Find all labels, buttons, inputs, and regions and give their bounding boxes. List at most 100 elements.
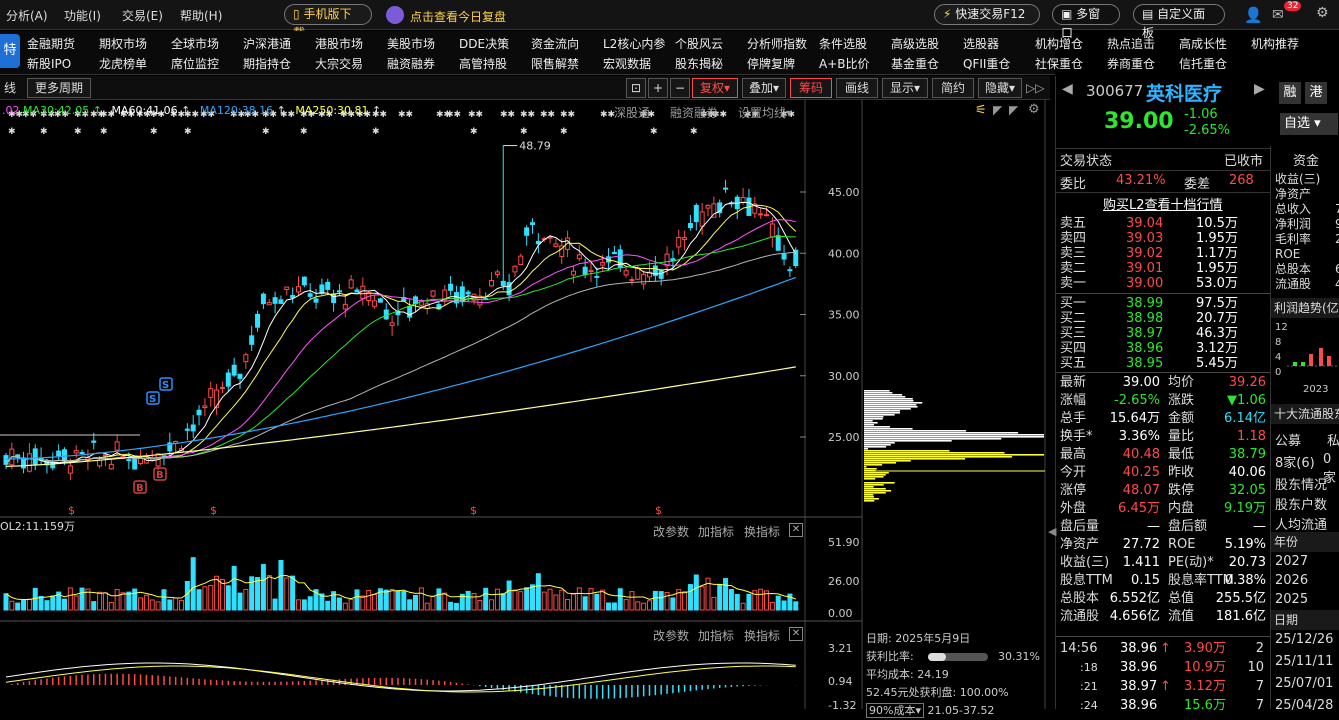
- nav-item[interactable]: 高级选股: [891, 35, 939, 52]
- more-period-button[interactable]: 更多周期: [27, 78, 91, 98]
- nav-item[interactable]: DDE决策: [459, 35, 509, 52]
- nav-item[interactable]: 信托重仓: [1179, 55, 1227, 72]
- cost-range-dropdown[interactable]: 90%成本▾: [866, 703, 924, 718]
- bid-level: 买五: [1060, 356, 1087, 371]
- ask-row[interactable]: 卖五 39.04 10.5万: [1056, 216, 1268, 231]
- chip-button[interactable]: 筹码: [790, 78, 832, 98]
- nav-item[interactable]: 停牌复牌: [747, 55, 795, 72]
- nav-item[interactable]: QFII重仓: [963, 55, 1010, 72]
- nav-item[interactable]: 融资融券: [387, 55, 435, 72]
- ask-row[interactable]: 卖一 39.00 53.0万: [1056, 276, 1268, 291]
- lock-icon[interactable]: ⊡: [626, 78, 646, 98]
- bid-row[interactable]: 买三 38.97 46.3万: [1056, 326, 1268, 341]
- nav-item[interactable]: 港股市场: [315, 35, 363, 52]
- nav-item[interactable]: 个股风云: [675, 35, 723, 52]
- ask-row[interactable]: 卖四 39.03 1.95万: [1056, 231, 1268, 246]
- quick-trade-button[interactable]: ⚡ 快速交易F12: [934, 4, 1040, 25]
- nav-item[interactable]: 席位监控: [171, 55, 219, 72]
- nav-item[interactable]: 选股器: [963, 35, 999, 52]
- ask-row[interactable]: 卖二 39.01 1.95万: [1056, 261, 1268, 276]
- nav-item[interactable]: 资金流向: [531, 35, 579, 52]
- review-link[interactable]: 点击查看今日复盘: [410, 8, 506, 25]
- nav-item[interactable]: 大宗交易: [315, 55, 363, 72]
- bid-row[interactable]: 买五 38.95 5.45万: [1056, 356, 1268, 371]
- menu-trade[interactable]: 交易(E): [122, 7, 163, 24]
- nav-item[interactable]: 热点追击: [1107, 35, 1155, 52]
- macd-modparam-button[interactable]: 改参数: [653, 627, 689, 644]
- pointer-icon[interactable]: ◤: [1009, 103, 1018, 117]
- fuquan-dropdown[interactable]: 复权▾: [692, 78, 738, 98]
- nav-item[interactable]: 高管持股: [459, 55, 507, 72]
- holders-label[interactable]: 股东情况: [1275, 474, 1327, 493]
- vol-modparam-button[interactable]: 改参数: [653, 523, 689, 540]
- nav-item[interactable]: 机构增仓: [1035, 35, 1083, 52]
- next-stock-icon[interactable]: ▶: [1254, 81, 1265, 97]
- nav-item[interactable]: 美股市场: [387, 35, 435, 52]
- nav-item[interactable]: 全球市场: [171, 35, 219, 52]
- margin-link[interactable]: 融资融券: [670, 104, 718, 121]
- vol-close-icon[interactable]: ✕: [789, 523, 803, 537]
- mail-icon[interactable]: ✉: [1272, 7, 1284, 23]
- fund-tab[interactable]: 资金: [1293, 150, 1319, 169]
- collapse-arrow-icon[interactable]: ◀: [1048, 525, 1056, 538]
- bid-row[interactable]: 买二 38.98 20.7万: [1056, 311, 1268, 326]
- kline-chart-area[interactable]: 45.00 40.00 35.00 30.00 25.00 48.79 ✱✱ ✱✱ ✱✱ ✱✱ ✱✱…: [0, 100, 1050, 718]
- nav-item[interactable]: 基金重仓: [891, 55, 939, 72]
- ask-row[interactable]: 卖三 39.02 1.17万: [1056, 246, 1268, 261]
- user-icon[interactable]: 👤: [1244, 6, 1263, 24]
- menu-function[interactable]: 功能(I): [64, 7, 101, 24]
- bid-row[interactable]: 买四 38.96 3.12万: [1056, 341, 1268, 356]
- overlay-dropdown[interactable]: 叠加▾: [742, 78, 786, 98]
- nav-item[interactable]: 条件选股: [819, 35, 867, 52]
- hide-dropdown[interactable]: 隐藏▾: [978, 78, 1022, 98]
- nav-item[interactable]: A+B比价: [819, 55, 870, 72]
- flag-icon[interactable]: ◤: [993, 103, 1002, 117]
- expand-icon[interactable]: ▷▷: [1026, 79, 1044, 97]
- nav-item[interactable]: 机构推荐: [1251, 35, 1299, 52]
- menu-analyze[interactable]: 分析(A): [6, 7, 48, 24]
- set-ma-link[interactable]: 设置均线▾: [738, 104, 792, 121]
- volume-bar: [717, 584, 723, 611]
- nav-item[interactable]: 宏观数据: [603, 55, 651, 72]
- settings-icon[interactable]: ⚙: [1316, 5, 1329, 21]
- nav-item[interactable]: 限售解禁: [531, 55, 579, 72]
- multi-window-button[interactable]: ▣ 多窗口: [1052, 4, 1120, 40]
- prev-stock-icon[interactable]: ◀: [1062, 81, 1073, 97]
- nav-item[interactable]: 高成长性: [1179, 35, 1227, 52]
- side-toggle-button[interactable]: 特: [0, 34, 20, 68]
- nav-item[interactable]: 期权市场: [99, 35, 147, 52]
- zoom-in-icon[interactable]: +: [648, 78, 668, 98]
- nav-item[interactable]: 金融期货: [27, 35, 75, 52]
- hk-tag[interactable]: 港: [1305, 82, 1327, 104]
- nav-item[interactable]: 龙虎榜单: [99, 55, 147, 72]
- line-tab[interactable]: 线: [4, 79, 16, 97]
- nav-item[interactable]: 新股IPO: [27, 55, 71, 72]
- menu-help[interactable]: 帮助(H): [180, 7, 222, 24]
- nav-item[interactable]: 期指持仓: [243, 55, 291, 72]
- tick-count: 7: [1255, 679, 1264, 694]
- nav-item[interactable]: 券商重仓: [1107, 55, 1155, 72]
- macd-addind-button[interactable]: 加指标: [698, 627, 734, 644]
- macd-close-icon[interactable]: ✕: [789, 627, 803, 641]
- chart-settings-icon[interactable]: ⚙: [1028, 102, 1040, 117]
- margin-tag[interactable]: 融: [1279, 82, 1301, 104]
- nav-item[interactable]: 沪深港通: [243, 35, 291, 52]
- bid-row[interactable]: 买一 38.99 97.5万: [1056, 296, 1268, 311]
- nav-item[interactable]: 股东揭秘: [675, 55, 723, 72]
- shenguotong-link[interactable]: 深股通: [614, 104, 650, 121]
- nav-item[interactable]: 社保重仓: [1035, 55, 1083, 72]
- watchlist-dropdown[interactable]: 自选 ▾: [1280, 113, 1338, 135]
- indicator-icon[interactable]: ⚟: [975, 103, 987, 118]
- custom-panel-button[interactable]: ▤ 自定义面板: [1133, 4, 1225, 40]
- vol-addind-button[interactable]: 加指标: [698, 523, 734, 540]
- display-dropdown[interactable]: 显示▾: [882, 78, 928, 98]
- mobile-download-button[interactable]: ▯ 手机版下载: [284, 4, 372, 40]
- macd-switchind-button[interactable]: 换指标: [744, 627, 780, 644]
- vol-switchind-button[interactable]: 换指标: [744, 523, 780, 540]
- nav-item[interactable]: L2核心内参: [603, 35, 665, 52]
- buy-l2-link[interactable]: 购买L2查看十档行情: [1103, 194, 1223, 213]
- draw-line-button[interactable]: 画线: [836, 78, 878, 98]
- zoom-out-icon[interactable]: −: [670, 78, 690, 98]
- simple-button[interactable]: 简约: [932, 78, 974, 98]
- nav-item[interactable]: 分析师指数: [747, 35, 807, 52]
